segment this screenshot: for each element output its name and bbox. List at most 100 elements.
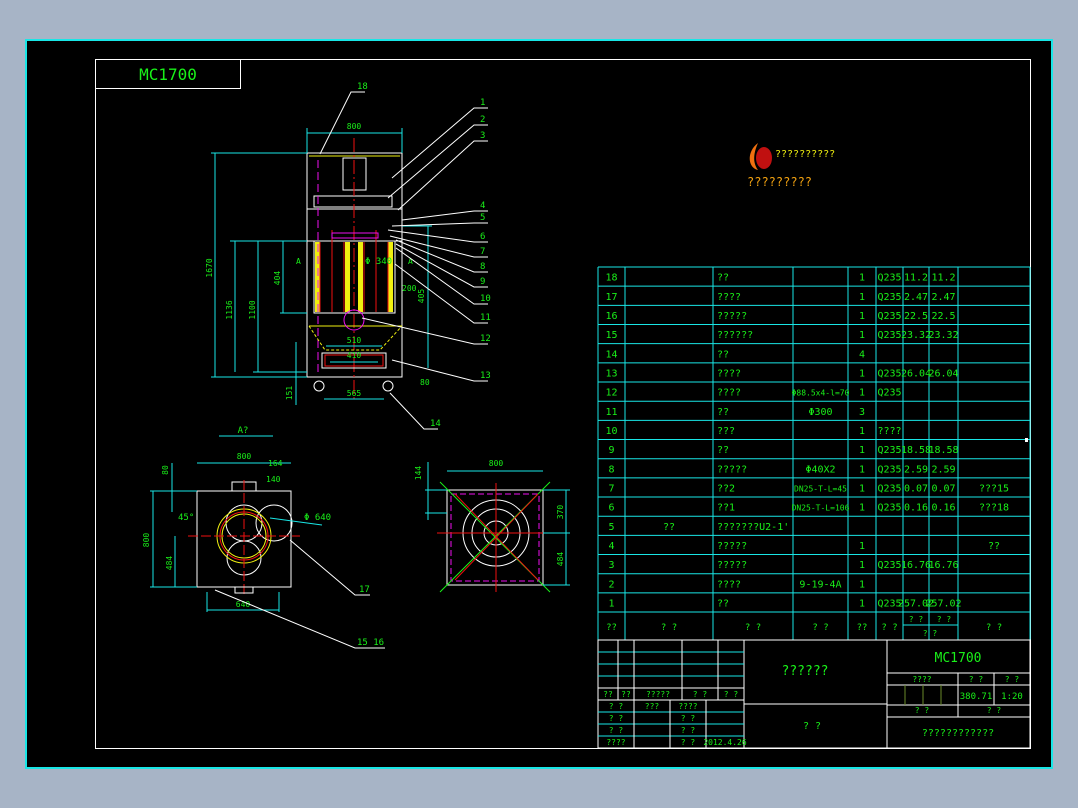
bom-header: ? ? — [661, 623, 677, 633]
bom-cell: 2 — [608, 579, 614, 590]
dim-width: 800 — [347, 122, 362, 131]
bom-cell: 1 — [859, 541, 865, 552]
bom-cell: 1 — [859, 560, 865, 571]
sheet-total: ? ? — [915, 706, 930, 715]
bom-cell: 2.59 — [904, 464, 928, 475]
bom-cell: 18.58 — [928, 445, 958, 456]
bom-cell: ?? — [663, 522, 675, 533]
bom-cell: Q235 — [877, 273, 901, 284]
bom-cell: 9-19-4A — [799, 579, 841, 590]
revision-label: ?? — [603, 690, 613, 699]
marker — [1025, 438, 1028, 442]
bom-cell: DN25-T-L=45 — [794, 484, 847, 493]
bom-cell: 1 — [859, 273, 865, 284]
sign-cell: ? ? — [681, 714, 696, 723]
bom-cell: Q235 — [877, 503, 901, 514]
bom-cell: Q235 — [877, 388, 901, 399]
bom-cell: 15 — [605, 330, 617, 341]
bom-cell: ???? — [877, 426, 901, 437]
bom-cell: 257.02 — [925, 598, 961, 609]
bom-cell: ?? — [717, 407, 729, 418]
part-label: 11 — [480, 313, 491, 323]
bom-cell: Q235 — [877, 464, 901, 475]
dim-side: 80 — [420, 378, 430, 387]
part-label-17: 17 — [359, 585, 370, 595]
part-label: 7 — [480, 247, 485, 257]
bom-cell: ??1 — [717, 503, 735, 514]
bom-cell: 18.58 — [901, 445, 931, 456]
bom-cell: 1 — [859, 311, 865, 322]
logo-text-1: ?????????? — [775, 149, 835, 160]
bom-cell: 16 — [605, 311, 617, 322]
bom-cell: 11 — [605, 407, 617, 418]
bom-cell: 0.16 — [931, 503, 955, 514]
part-label: 6 — [480, 232, 485, 242]
side-dim-484: 484 — [556, 552, 565, 567]
bom-cell: 26.04 — [901, 368, 931, 379]
bom-header-unit: ? ? — [909, 615, 924, 624]
cad-drawing-canvas: MC1700 800 1670 1136 1100 404 510 410 56… — [25, 39, 1053, 769]
bom-cell: ???????U2-1' — [717, 522, 789, 533]
dim-405: 405 — [417, 289, 426, 304]
bom-cell: DN25-T-L=106 — [792, 504, 850, 513]
bom-cell: ??2 — [717, 483, 735, 494]
bom-cell: ?? — [988, 541, 1000, 552]
bom-cell: Q235 — [877, 292, 901, 303]
side-dim-144: 144 — [414, 466, 423, 481]
dim-base-w: 565 — [347, 389, 362, 398]
bom-cell: 22.5 — [904, 311, 928, 322]
side-dim-370: 370 — [556, 505, 565, 520]
bom-cell: Q235 — [877, 445, 901, 456]
bom-header-total: ? ? — [937, 615, 952, 624]
scale-header: ? ? — [1005, 675, 1020, 684]
sec-dim-484: 484 — [165, 556, 174, 571]
bom-cell: ?????? — [717, 330, 753, 341]
bom-cell: 14 — [605, 349, 617, 360]
bom-cell: 11.2 — [931, 273, 955, 284]
part-label: 9 — [480, 277, 485, 287]
revision-label: ????? — [646, 690, 670, 699]
bom-cell: ?? — [717, 445, 729, 456]
bom-cell: 23.32 — [901, 330, 931, 341]
sec-dim-80: 80 — [161, 465, 170, 475]
bom-cell: 12 — [605, 388, 617, 399]
bom-cell: 0.07 — [931, 483, 955, 494]
tag-label: MC1700 — [139, 65, 197, 84]
sign-cell: ??? — [645, 702, 660, 711]
sign-cell: 2012.4.26 — [703, 738, 747, 747]
bom-cell: ????? — [717, 311, 747, 322]
logo-text-2: ????????? — [747, 175, 812, 189]
sec-dim-140: 140 — [266, 475, 281, 484]
sign-cell: ???? — [678, 702, 697, 711]
bom-cell: 0.07 — [904, 483, 928, 494]
bom-cell: 3 — [608, 560, 614, 571]
bom-cell: 7 — [608, 483, 614, 494]
sec-dim-height: 800 — [142, 533, 151, 548]
revision-label: ? ? — [693, 690, 708, 699]
note-text: ???????????? — [922, 728, 994, 739]
sign-cell: ? ? — [609, 702, 624, 711]
bom-cell: ????? — [717, 541, 747, 552]
dim-bottom-w1: 510 — [347, 336, 362, 345]
bom-cell: Φ40X2 — [805, 464, 835, 475]
bom-cell: 26.04 — [928, 368, 958, 379]
bom-cell: Q235 — [877, 368, 901, 379]
bom-cell: ???? — [717, 368, 741, 379]
bom-cell: 3 — [859, 407, 865, 418]
drawing-number: MC1700 — [935, 651, 982, 666]
dim-200: 200 — [402, 284, 417, 293]
side-dim-width: 800 — [489, 459, 504, 468]
bom-cell: 13 — [605, 368, 617, 379]
bom-header: ?? — [606, 623, 617, 633]
bom-cell: ???? — [717, 388, 741, 399]
bom-header-note: ? ? — [986, 623, 1002, 633]
sign-cell: ???? — [606, 738, 625, 747]
bom-cell: ???15 — [979, 483, 1009, 494]
bom-header: ? ? — [881, 623, 897, 633]
dim-bottom-w2: 410 — [347, 351, 362, 360]
drawing-frame — [25, 39, 1053, 769]
bom-cell: Q235 — [877, 330, 901, 341]
scale-value: 1:20 — [1001, 692, 1023, 702]
bom-cell: 1 — [859, 598, 865, 609]
bom-cell: 22.5 — [931, 311, 955, 322]
